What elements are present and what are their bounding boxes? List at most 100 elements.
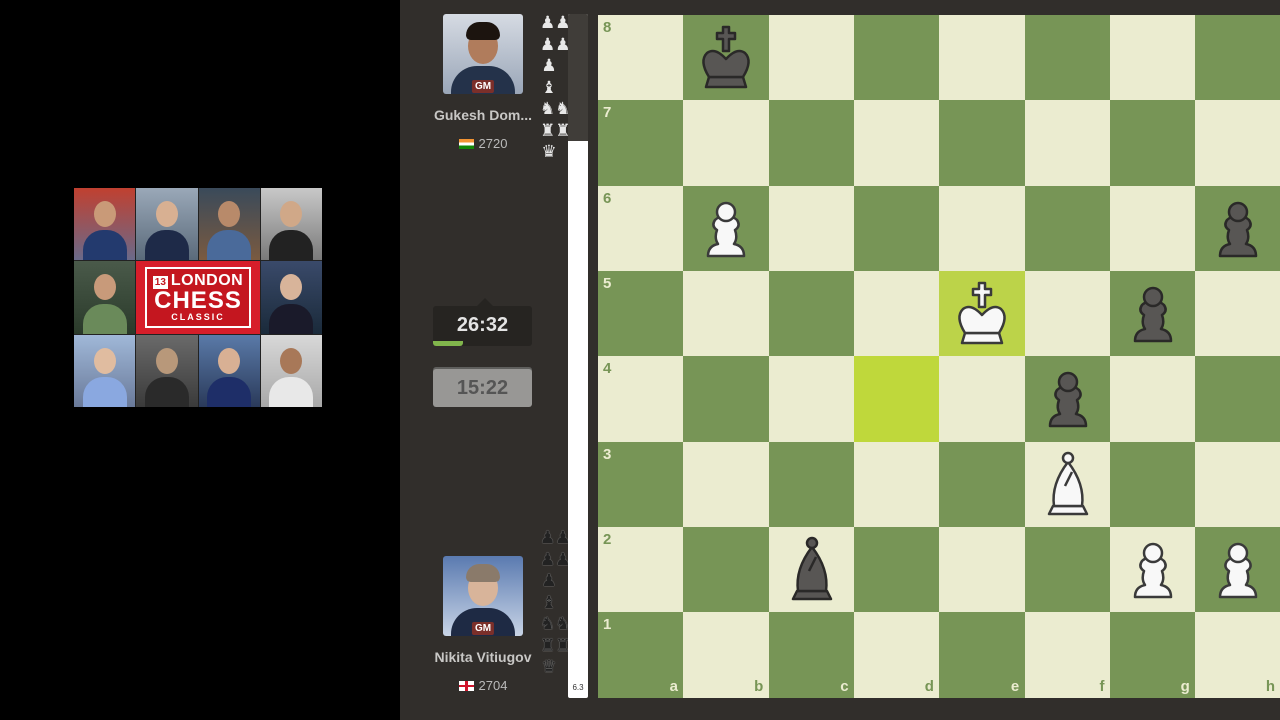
player-name[interactable]: Gukesh Dom... xyxy=(428,107,538,123)
bottom-player-clock: 15:22 xyxy=(433,369,532,407)
avatar[interactable]: GM xyxy=(443,556,523,636)
square-g2[interactable] xyxy=(1109,526,1196,613)
square-g1[interactable]: g xyxy=(1109,612,1196,699)
england-flag-icon xyxy=(458,680,474,691)
white-pawn-icon[interactable] xyxy=(1195,527,1280,613)
rank-label: 4 xyxy=(603,360,612,378)
square-f1[interactable]: f xyxy=(1024,612,1111,699)
square-d6[interactable] xyxy=(853,185,940,272)
square-g5[interactable] xyxy=(1109,270,1196,357)
square-c3[interactable] xyxy=(768,441,855,528)
square-e1[interactable]: e xyxy=(939,612,1026,699)
square-c5[interactable] xyxy=(768,270,855,357)
square-g3[interactable] xyxy=(1109,441,1196,528)
square-d4[interactable] xyxy=(853,356,940,443)
player-photo xyxy=(74,261,136,334)
square-c1[interactable]: c xyxy=(768,612,855,699)
rank-label: 6 xyxy=(603,189,612,207)
square-a1[interactable]: 1a xyxy=(598,612,684,699)
square-f6[interactable] xyxy=(1024,185,1111,272)
square-b2[interactable] xyxy=(683,526,770,613)
square-f7[interactable] xyxy=(1024,100,1111,187)
bottom-player-card[interactable]: GM Nikita Vitiugov 2704 xyxy=(428,556,538,693)
captured-queen-icon: ♛ xyxy=(541,142,557,161)
player-photo xyxy=(198,334,260,407)
captured-bishop-icon: ♝ xyxy=(541,77,557,97)
square-a4[interactable]: 4 xyxy=(598,356,684,443)
square-d2[interactable] xyxy=(853,526,940,613)
square-a7[interactable]: 7 xyxy=(598,100,684,187)
square-a5[interactable]: 5 xyxy=(598,270,684,357)
square-a3[interactable]: 3 xyxy=(598,441,684,528)
square-h2[interactable] xyxy=(1195,526,1280,613)
rank-label: 7 xyxy=(603,104,612,122)
square-a2[interactable]: 2 xyxy=(598,526,684,613)
player-name[interactable]: Nikita Vitiugov xyxy=(428,649,538,665)
evaluation-bar: 6.3 xyxy=(568,14,588,698)
player-photo xyxy=(136,188,198,261)
square-b1[interactable]: b xyxy=(683,612,770,699)
square-d1[interactable]: d xyxy=(853,612,940,699)
square-c4[interactable] xyxy=(768,356,855,443)
captured-pawns-icon: ♟♟ xyxy=(540,13,571,32)
square-h3[interactable] xyxy=(1195,441,1280,528)
square-h5[interactable] xyxy=(1195,270,1280,357)
active-clock-pointer xyxy=(477,298,493,306)
avatar[interactable]: GM xyxy=(443,14,523,94)
captured-pawns-icon: ♟♟ xyxy=(540,34,571,54)
square-c6[interactable] xyxy=(768,185,855,272)
square-d8[interactable] xyxy=(853,15,940,101)
square-f8[interactable] xyxy=(1024,15,1111,101)
white-bishop-icon[interactable] xyxy=(1025,442,1111,528)
evaluation-black-fill xyxy=(568,14,588,141)
white-king-icon[interactable] xyxy=(939,271,1025,357)
square-b4[interactable] xyxy=(683,356,770,443)
square-c7[interactable] xyxy=(768,100,855,187)
square-d5[interactable] xyxy=(853,270,940,357)
black-king-icon[interactable] xyxy=(683,15,769,101)
square-b7[interactable] xyxy=(683,100,770,187)
square-b3[interactable] xyxy=(683,441,770,528)
square-h6[interactable] xyxy=(1195,185,1280,272)
square-g8[interactable] xyxy=(1109,15,1196,101)
square-e3[interactable] xyxy=(939,441,1026,528)
square-e6[interactable] xyxy=(939,185,1026,272)
square-e4[interactable] xyxy=(939,356,1026,443)
square-c2[interactable] xyxy=(768,526,855,613)
square-h7[interactable] xyxy=(1195,100,1280,187)
square-b6[interactable] xyxy=(683,185,770,272)
top-player-card[interactable]: GM Gukesh Dom... 2720 xyxy=(428,14,538,151)
square-b5[interactable] xyxy=(683,270,770,357)
square-h1[interactable]: h xyxy=(1195,612,1280,699)
captured-knights-icon: ♞♞ xyxy=(540,614,571,633)
square-b8[interactable] xyxy=(683,15,770,101)
top-player-clock: 26:32 xyxy=(433,306,532,344)
square-e2[interactable] xyxy=(939,526,1026,613)
square-g7[interactable] xyxy=(1109,100,1196,187)
black-bishop-icon[interactable] xyxy=(769,527,855,613)
square-f2[interactable] xyxy=(1024,526,1111,613)
square-d3[interactable] xyxy=(853,441,940,528)
black-pawn-icon[interactable] xyxy=(1195,186,1280,272)
square-f5[interactable] xyxy=(1024,270,1111,357)
square-e8[interactable] xyxy=(939,15,1026,101)
square-c8[interactable] xyxy=(768,15,855,101)
square-e5[interactable] xyxy=(939,270,1026,357)
square-a8[interactable]: 8 xyxy=(598,15,684,101)
square-d7[interactable] xyxy=(853,100,940,187)
file-label: g xyxy=(1180,678,1190,696)
square-g4[interactable] xyxy=(1109,356,1196,443)
white-pawn-icon[interactable] xyxy=(1110,527,1196,613)
white-pawn-icon[interactable] xyxy=(683,186,769,272)
captured-bishop-icon: ♝ xyxy=(541,592,557,612)
square-f3[interactable] xyxy=(1024,441,1111,528)
black-pawn-icon[interactable] xyxy=(1110,271,1196,357)
square-g6[interactable] xyxy=(1109,185,1196,272)
square-e7[interactable] xyxy=(939,100,1026,187)
square-a6[interactable]: 6 xyxy=(598,185,684,272)
black-pawn-icon[interactable] xyxy=(1025,356,1111,442)
square-h8[interactable] xyxy=(1195,15,1280,101)
square-h4[interactable] xyxy=(1195,356,1280,443)
chess-board[interactable]: 8 7 6 5 4 321abcdef gh xyxy=(598,15,1280,699)
square-f4[interactable] xyxy=(1024,356,1111,443)
